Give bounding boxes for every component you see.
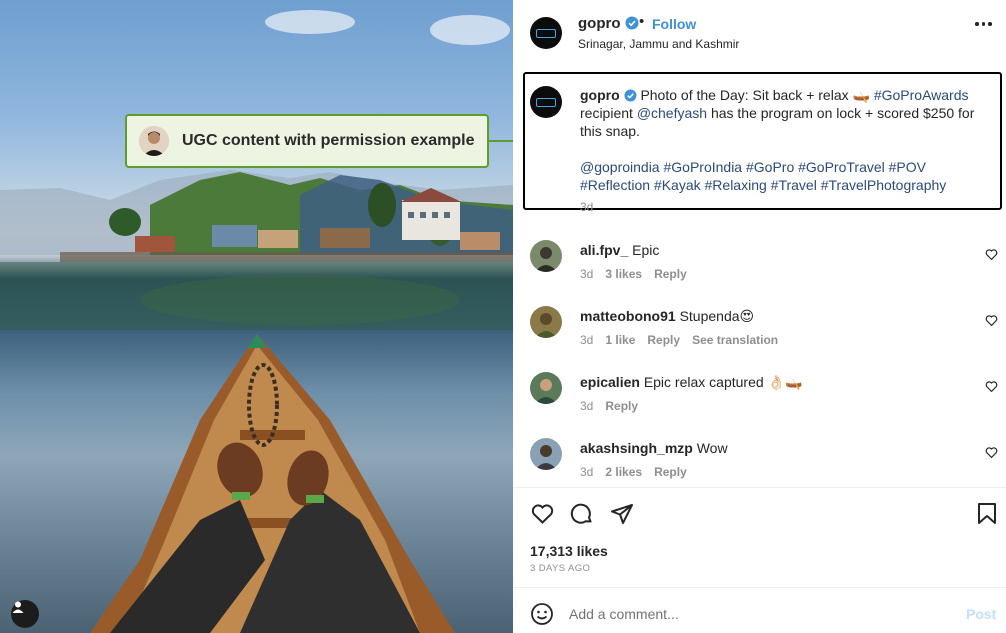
hashtag-link[interactable]: #GoProAwards	[874, 87, 969, 103]
avatar[interactable]	[530, 240, 562, 272]
callout-text: UGC content with permission example	[182, 132, 475, 149]
comment-username[interactable]: matteobono91	[580, 308, 676, 324]
callout-connector	[489, 140, 515, 142]
reply-button[interactable]: Reply	[605, 399, 638, 413]
mention-link[interactable]: @chefyash	[637, 105, 707, 121]
post-location[interactable]: Srinagar, Jammu and Kashmir	[578, 37, 739, 51]
divider	[513, 587, 1006, 588]
like-heart-icon[interactable]	[530, 502, 555, 526]
caption-text-2: recipient	[580, 105, 633, 121]
heart-icon[interactable]	[985, 380, 998, 393]
comment-item: ali.fpv_ Epic 3d 3 likes Reply	[513, 240, 1006, 296]
comment-meta: 3d 3 likes Reply	[580, 267, 687, 281]
heart-icon[interactable]	[985, 314, 998, 327]
hashtags-line-1[interactable]: @goproindia #GoProIndia #GoPro #GoProTra…	[580, 158, 990, 176]
reply-button[interactable]: Reply	[647, 333, 680, 347]
post-button[interactable]: Post	[966, 606, 996, 622]
comment-time: 3d	[580, 465, 594, 479]
callout-avatar	[139, 126, 169, 156]
user-badge-icon[interactable]	[11, 600, 39, 628]
more-icon[interactable]	[975, 22, 992, 26]
comment-likes[interactable]: 1 like	[605, 333, 635, 347]
comment-item: matteobono91 Stupenda😍 3d 1 like Reply S…	[513, 306, 1006, 362]
post-panel: gopro • Follow Srinagar, Jammu and Kashm…	[513, 0, 1006, 633]
comment-likes[interactable]: 3 likes	[605, 267, 642, 281]
comment-item: epicalien Epic relax captured 👌🏻🛶 3d Rep…	[513, 372, 1006, 428]
comment-username[interactable]: epicalien	[580, 374, 640, 390]
reply-button[interactable]: Reply	[654, 465, 687, 479]
likes-count[interactable]: 17,313 likes	[530, 543, 608, 559]
avatar[interactable]	[530, 438, 562, 470]
ugc-callout: UGC content with permission example	[125, 114, 489, 168]
gopro-logo-icon	[536, 28, 556, 38]
post-header: gopro • Follow Srinagar, Jammu and Kashm…	[513, 0, 1006, 64]
verified-icon	[624, 89, 637, 102]
heart-icon[interactable]	[985, 248, 998, 261]
avatar[interactable]	[530, 306, 562, 338]
comment-item: akashsingh_mzp Wow 3d 2 likes Reply	[513, 438, 1006, 494]
comment-body: Epic	[632, 242, 660, 258]
caption-text-1: Photo of the Day: Sit back + relax	[640, 87, 849, 103]
comment-username[interactable]: ali.fpv_	[580, 242, 628, 258]
comment-time: 3d	[580, 399, 594, 413]
caption-time: 3d	[580, 200, 594, 214]
caption-username[interactable]: gopro	[580, 87, 620, 103]
comment-meta: 3d 2 likes Reply	[580, 465, 687, 479]
caption-emoji: 🛶	[852, 87, 870, 103]
verified-icon	[625, 16, 639, 30]
comment-text: epicalien Epic relax captured 👌🏻🛶	[580, 374, 802, 391]
post-photo[interactable]	[0, 0, 513, 633]
caption-text: gopro Photo of the Day: Sit back + relax…	[580, 86, 980, 140]
comment-text: ali.fpv_ Epic	[580, 242, 659, 258]
caption-avatar[interactable]	[530, 86, 562, 118]
comment-text: akashsingh_mzp Wow	[580, 440, 728, 456]
heart-icon[interactable]	[985, 446, 998, 459]
divider	[513, 487, 1006, 488]
hashtags-line-2[interactable]: #Reflection #Kayak #Relaxing #Travel #Tr…	[580, 176, 990, 194]
emoji-icon[interactable]	[530, 602, 554, 626]
comment-body: Stupenda😍	[679, 308, 755, 324]
comment-time: 3d	[580, 333, 594, 347]
comment-text: matteobono91 Stupenda😍	[580, 308, 754, 325]
comment-meta: 3d Reply	[580, 399, 638, 413]
comment-body: Epic relax captured 👌🏻🛶	[643, 374, 803, 390]
separator-dot: •	[639, 13, 645, 30]
photo-illustration	[0, 10, 513, 633]
comment-icon[interactable]	[570, 502, 594, 526]
share-icon[interactable]	[610, 502, 634, 526]
comment-meta: 3d 1 like Reply See translation	[580, 333, 778, 347]
comment-likes[interactable]: 2 likes	[605, 465, 642, 479]
follow-button[interactable]: Follow	[652, 16, 696, 32]
avatar[interactable]	[530, 372, 562, 404]
gopro-logo-icon	[536, 97, 556, 107]
add-comment-input[interactable]	[569, 603, 949, 625]
bookmark-icon[interactable]	[977, 502, 997, 526]
post-date: 3 DAYS AGO	[530, 563, 591, 574]
comment-username[interactable]: akashsingh_mzp	[580, 440, 693, 456]
post-username-text[interactable]: gopro	[578, 15, 621, 32]
gopro-avatar[interactable]	[530, 17, 562, 49]
see-translation-link[interactable]: See translation	[692, 333, 778, 347]
post-username[interactable]: gopro	[578, 15, 639, 32]
reply-button[interactable]: Reply	[654, 267, 687, 281]
comment-time: 3d	[580, 267, 594, 281]
caption-hashtags: @goproindia #GoProIndia #GoPro #GoProTra…	[580, 158, 990, 194]
comment-body: Wow	[696, 440, 728, 456]
